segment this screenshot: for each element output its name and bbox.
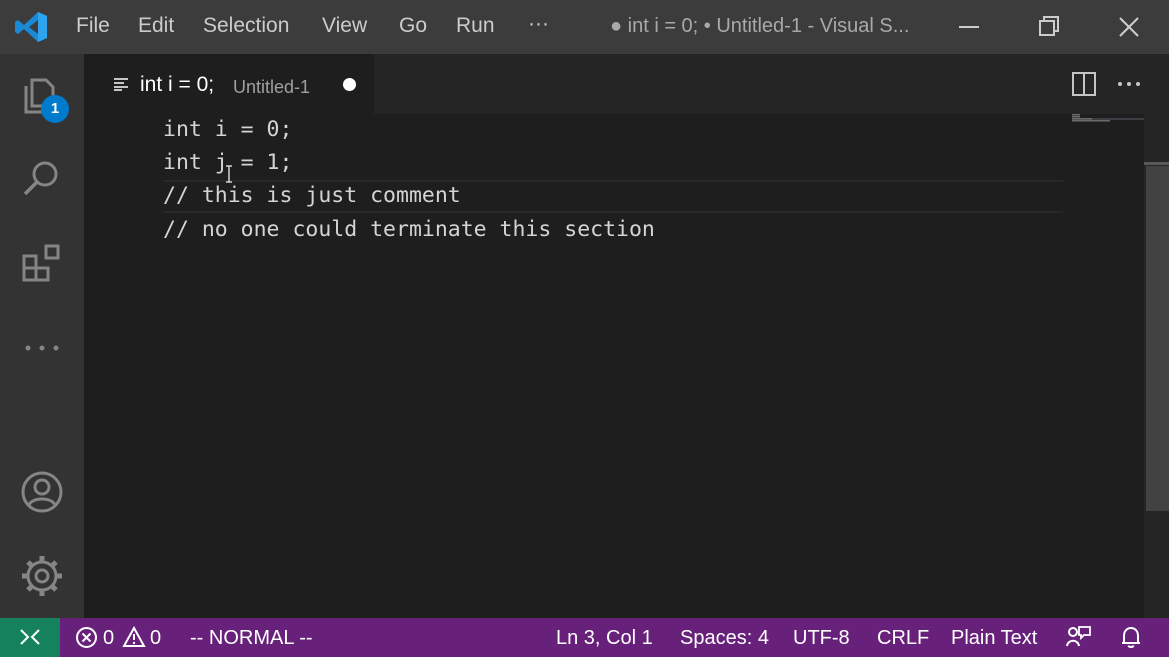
menu-run[interactable]: Run [456,14,495,38]
code-line-3[interactable]: // this is just comment [163,183,461,208]
title-bar: File Edit Selection View Go Run ··· ● in… [0,0,1169,54]
menu-file[interactable]: File [76,14,110,38]
cursor-position[interactable]: Ln 3, Col 1 [556,627,653,650]
code-line-4[interactable]: // no one could terminate this section [163,217,655,242]
window-title: ● int i = 0; • Untitled-1 - Visual S... [610,15,910,37]
notifications-bell-icon[interactable] [1119,625,1143,649]
encoding[interactable]: UTF-8 [793,627,850,650]
indentation[interactable]: Spaces: 4 [680,627,769,650]
scrollbar-cursor-marker [1144,162,1169,165]
plain-text-file-icon [114,78,128,91]
menu-go[interactable]: Go [399,14,427,38]
tab-title: int i = 0; [140,73,215,96]
status-bar: 0 0 -- NORMAL -- Ln 3, Col 1 Spaces: 4 U… [0,618,1169,657]
accounts-icon[interactable] [18,468,66,516]
menu-more-button[interactable]: ··· [528,12,549,36]
tab-untitled-1[interactable]: int i = 0; Untitled-1 [84,54,374,114]
minimize-icon[interactable] [954,12,984,42]
menu-edit[interactable]: Edit [138,14,174,38]
activity-bar [0,54,84,618]
restore-icon[interactable] [1034,12,1064,42]
extensions-icon[interactable] [18,240,66,288]
gear-icon[interactable] [18,552,66,600]
error-icon[interactable] [75,626,98,649]
feedback-icon[interactable] [1065,625,1091,649]
menu-selection[interactable]: Selection [203,14,289,38]
warning-count[interactable]: 0 [150,627,161,650]
vim-mode: -- NORMAL -- [190,627,313,649]
language-mode[interactable]: Plain Text [951,627,1037,650]
editor-area[interactable]: int i = 0; int j = 1; // this is just co… [84,114,1144,618]
minimap[interactable] [1072,114,1144,618]
remote-icon [20,629,40,645]
error-count[interactable]: 0 [103,627,114,650]
tab-bar: int i = 0; Untitled-1 [84,54,1169,114]
text-cursor-icon [226,165,232,183]
explorer-badge: 1 [41,95,69,123]
more-actions-icon[interactable] [1115,70,1143,98]
tab-description: Untitled-1 [233,77,311,97]
warning-icon[interactable] [122,626,146,648]
remote-indicator[interactable] [0,618,60,657]
menu-view[interactable]: View [322,14,367,38]
vscode-logo-icon [15,12,47,42]
scrollbar-thumb[interactable] [1146,166,1169,511]
code-line-1[interactable]: int i = 0; [163,117,292,142]
end-of-line[interactable]: CRLF [877,627,929,650]
search-icon[interactable] [18,154,66,202]
close-icon[interactable] [1114,12,1144,42]
split-editor-icon[interactable] [1070,70,1098,98]
more-views-icon[interactable] [18,324,66,372]
vertical-scrollbar[interactable] [1144,114,1169,618]
unsaved-dot-icon[interactable] [343,78,356,91]
